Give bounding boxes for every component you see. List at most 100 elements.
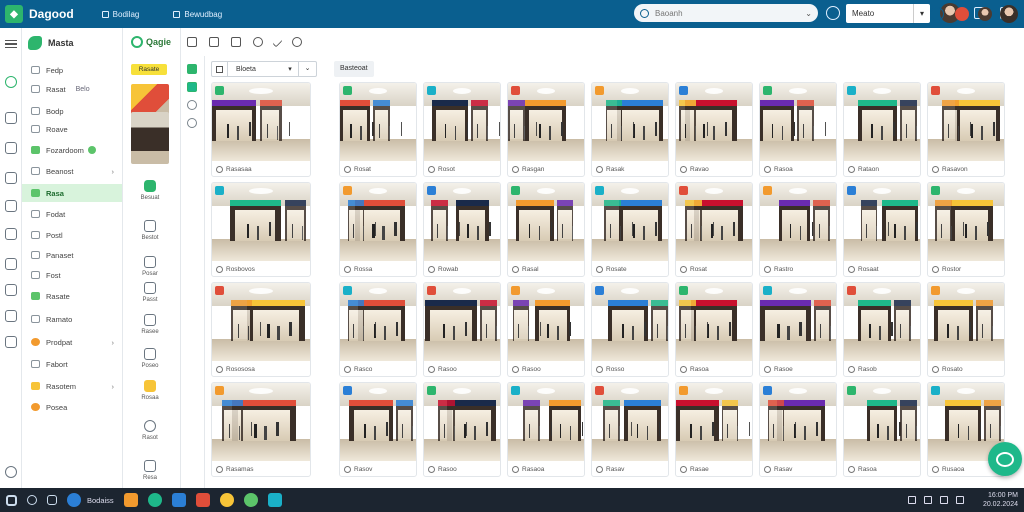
gallery-tile[interactable]: Rosot xyxy=(423,82,501,177)
sub-item-1[interactable]: Besuat xyxy=(131,180,169,201)
info-icon[interactable] xyxy=(187,118,197,128)
chevron-down-icon[interactable]: ⌄ xyxy=(298,61,316,77)
image-icon[interactable] xyxy=(187,64,197,74)
gallery-tile[interactable]: Rasamas xyxy=(211,382,311,477)
grid-icon[interactable] xyxy=(5,336,17,348)
gallery-tile[interactable]: Rasav xyxy=(759,382,837,477)
thumbnail-2[interactable] xyxy=(131,112,169,164)
nav-item-14[interactable]: Prodpat › xyxy=(22,333,122,351)
search-box[interactable]: ⌄ xyxy=(634,4,818,22)
sub-item-6[interactable]: Poseo xyxy=(131,348,169,369)
folder-icon[interactable] xyxy=(123,493,138,507)
gallery-icon[interactable] xyxy=(187,82,197,92)
nav-item-12[interactable]: Rasate xyxy=(22,287,122,305)
nav-item-13[interactable]: Ramato xyxy=(22,310,122,328)
document-icon[interactable] xyxy=(5,142,17,154)
gallery-tile[interactable]: Rasov xyxy=(339,382,417,477)
nav-item-5[interactable]: Fozardoom xyxy=(22,141,122,159)
media-icon[interactable] xyxy=(195,493,210,507)
gallery-tile[interactable]: Rasak xyxy=(591,82,669,177)
avatar-small[interactable] xyxy=(978,7,992,21)
battery-icon[interactable] xyxy=(956,496,964,504)
sub-item-5[interactable]: Rasee xyxy=(131,314,169,335)
stack-icon[interactable] xyxy=(5,284,17,296)
nav-item-10[interactable]: Panaset xyxy=(22,246,122,264)
gallery-tile[interactable]: Rasoa xyxy=(759,82,837,177)
gallery-tile[interactable]: Rossa xyxy=(339,182,417,277)
nav-item-6[interactable]: Beanost › xyxy=(22,162,122,180)
sub-item-7[interactable]: Rosaa xyxy=(131,380,169,401)
refresh-icon[interactable] xyxy=(292,37,302,47)
nav-item-16[interactable]: Rasotem › xyxy=(22,377,122,395)
shapes-icon[interactable] xyxy=(5,228,17,240)
filter-bar[interactable]: Bloeta ▾ ⌄ xyxy=(211,61,317,77)
nav-item-8[interactable]: Fodat xyxy=(22,205,122,223)
volume-icon[interactable] xyxy=(940,496,948,504)
gallery-tile[interactable]: Rasoa xyxy=(675,282,753,377)
search-icon[interactable] xyxy=(27,495,37,505)
hamburger-menu-icon[interactable] xyxy=(5,40,17,48)
gallery-tile[interactable]: Rasoa xyxy=(843,382,921,477)
top-nav-item-2[interactable]: Bewudbag xyxy=(173,10,222,19)
gallery-tile[interactable]: Rasavon xyxy=(927,82,1005,177)
app-icon[interactable] xyxy=(243,493,258,507)
help-icon[interactable] xyxy=(5,466,17,478)
gallery-tile[interactable]: Rowab xyxy=(423,182,501,277)
gallery-tile[interactable]: Rosososa xyxy=(211,282,311,377)
notification-icon[interactable] xyxy=(955,7,969,21)
sub-item-8[interactable]: Rasot xyxy=(131,420,169,441)
chat-fab-button[interactable] xyxy=(988,442,1022,476)
filter-icon[interactable] xyxy=(212,61,228,77)
caret-down-icon[interactable]: ▾ xyxy=(920,9,924,18)
gallery-tile[interactable]: Rasgan xyxy=(507,82,585,177)
gallery-tile[interactable]: Rosat xyxy=(339,82,417,177)
mail-icon[interactable] xyxy=(171,493,186,507)
gallery-tile[interactable]: Ravao xyxy=(675,82,753,177)
search-input[interactable] xyxy=(655,8,795,18)
chevron-down-icon[interactable]: ⌄ xyxy=(805,9,812,18)
home-icon[interactable] xyxy=(5,76,17,88)
filter-select[interactable]: Meato ▾ xyxy=(846,4,930,23)
chrome-icon[interactable] xyxy=(219,493,234,507)
caret-down-icon[interactable]: ▾ xyxy=(282,65,298,73)
store-icon[interactable] xyxy=(267,493,282,507)
sub-item-9[interactable]: Resa xyxy=(131,460,169,481)
gallery-tile[interactable]: Rosso xyxy=(591,282,669,377)
search-button-icon[interactable] xyxy=(826,6,840,20)
start-icon[interactable] xyxy=(6,494,17,506)
sub-item-2[interactable]: Bestot xyxy=(131,220,169,241)
chevron-up-icon[interactable] xyxy=(908,496,916,504)
gallery-tile[interactable]: Rasob xyxy=(843,282,921,377)
nav-item-3[interactable]: Bodp xyxy=(22,102,122,120)
category-chip[interactable]: Rasate xyxy=(131,64,167,75)
sub-item-4[interactable]: Passt xyxy=(131,282,169,303)
edit-icon[interactable] xyxy=(187,37,197,47)
gallery-tile[interactable]: Rasav xyxy=(591,382,669,477)
gallery-tile[interactable]: Rasal xyxy=(507,182,585,277)
sub-item-3[interactable]: Posar xyxy=(131,256,169,277)
search-icon[interactable] xyxy=(930,7,944,21)
nav-item-9[interactable]: Postl xyxy=(22,226,122,244)
nav-item-15[interactable]: Fabort xyxy=(22,355,122,373)
gallery-tile[interactable]: Rasco xyxy=(339,282,417,377)
edge-icon[interactable] xyxy=(147,493,162,507)
nav-item-1[interactable]: Fedp xyxy=(22,61,122,79)
gallery-tile[interactable]: Rosaat xyxy=(843,182,921,277)
nav-item-11[interactable]: Fost xyxy=(22,266,122,284)
page-icon[interactable] xyxy=(5,258,17,270)
gallery-tile[interactable]: Rastro xyxy=(759,182,837,277)
task-view-icon[interactable] xyxy=(47,495,57,505)
user-avatar[interactable] xyxy=(1000,5,1018,23)
gallery-tile[interactable]: Rosate xyxy=(591,182,669,277)
table-icon[interactable] xyxy=(5,172,17,184)
nav-item-17[interactable]: Posea xyxy=(22,398,122,416)
check-icon[interactable] xyxy=(272,37,283,47)
gallery-tile[interactable]: Rosat xyxy=(675,182,753,277)
gallery-tile[interactable]: Rasoo xyxy=(423,382,501,477)
gallery-tile[interactable]: Rasoe xyxy=(759,282,837,377)
gallery-tile[interactable]: Rasasaa xyxy=(211,82,311,177)
gallery-tile[interactable]: Rosbovos xyxy=(211,182,311,277)
gallery-tile[interactable]: Rasoo xyxy=(423,282,501,377)
nav-item-7-active[interactable]: Rasa xyxy=(22,184,122,202)
gallery-tile[interactable]: Rasae xyxy=(675,382,753,477)
